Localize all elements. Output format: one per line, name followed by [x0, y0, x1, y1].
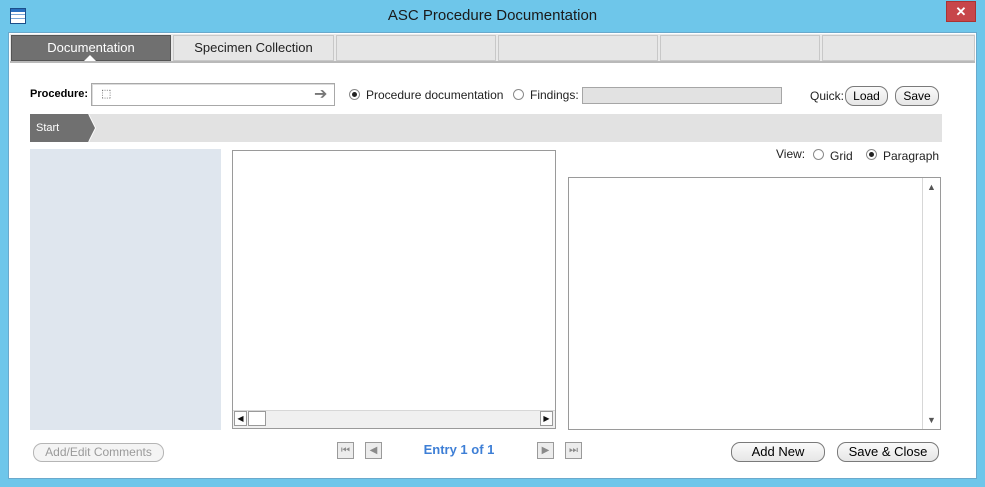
- findings-field[interactable]: [582, 87, 782, 104]
- vertical-scrollbar[interactable]: [922, 178, 940, 429]
- tab-empty-4[interactable]: [498, 35, 658, 61]
- scroll-down-button[interactable]: ▼: [923, 412, 940, 428]
- add-edit-comments-button[interactable]: Add/Edit Comments: [33, 443, 164, 462]
- findings-label[interactable]: Findings:: [530, 88, 579, 102]
- documentation-text-area[interactable]: [568, 177, 941, 430]
- scroll-thumb[interactable]: [248, 411, 266, 426]
- view-label: View:: [776, 147, 806, 161]
- findings-radio[interactable]: [513, 89, 524, 100]
- next-entry-button[interactable]: ▶: [537, 442, 554, 459]
- breadcrumb-start[interactable]: Start: [30, 114, 88, 142]
- go-arrow-icon[interactable]: ➔: [314, 84, 327, 104]
- scroll-up-button[interactable]: ▲: [923, 179, 940, 195]
- view-paragraph-label[interactable]: Paragraph: [883, 149, 939, 163]
- last-entry-button[interactable]: ⏭: [565, 442, 582, 459]
- quick-load-button[interactable]: Load: [845, 86, 888, 106]
- lookup-icon: ⬚: [101, 88, 112, 100]
- procedure-label: Procedure:: [30, 88, 89, 100]
- procedure-documentation-label[interactable]: Procedure documentation: [366, 88, 503, 102]
- window-title: ASC Procedure Documentation: [387, 7, 598, 24]
- tab-empty-5[interactable]: [660, 35, 820, 61]
- horizontal-scrollbar[interactable]: [233, 410, 555, 428]
- tab-empty-6[interactable]: [822, 35, 975, 61]
- section-list-pane[interactable]: [30, 149, 221, 430]
- view-paragraph-radio[interactable]: [866, 149, 877, 160]
- procedure-input[interactable]: ⬚ ➔: [91, 83, 335, 106]
- entry-counter: Entry 1 of 1: [423, 442, 495, 457]
- breadcrumb: [30, 114, 942, 142]
- first-entry-button[interactable]: ⏮: [337, 442, 354, 459]
- tab-empty-3[interactable]: [336, 35, 496, 61]
- tab-specimen-collection[interactable]: Specimen Collection: [173, 35, 334, 61]
- quick-label: Quick:: [810, 89, 845, 103]
- items-list[interactable]: [232, 150, 556, 429]
- prev-entry-button[interactable]: ◀: [365, 442, 382, 459]
- breadcrumb-arrow: [88, 114, 95, 142]
- view-grid-radio[interactable]: [813, 149, 824, 160]
- view-grid-label[interactable]: Grid: [830, 149, 853, 163]
- procedure-documentation-radio[interactable]: [349, 89, 360, 100]
- save-and-close-button[interactable]: Save & Close: [837, 442, 939, 462]
- scroll-right-button[interactable]: ▶: [540, 411, 553, 426]
- close-button[interactable]: ✕: [946, 1, 976, 22]
- quick-save-button[interactable]: Save: [895, 86, 939, 106]
- scroll-left-button[interactable]: ◀: [234, 411, 247, 426]
- tab-underline: [10, 61, 975, 63]
- add-new-button[interactable]: Add New: [731, 442, 825, 462]
